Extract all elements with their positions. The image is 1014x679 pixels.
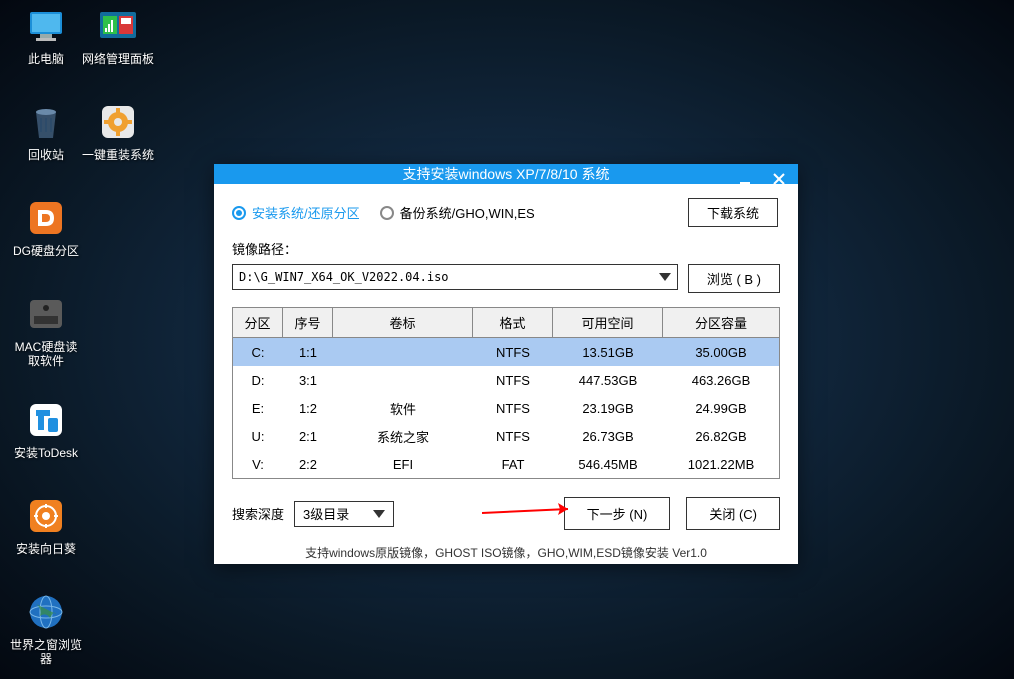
radio-label: 安装系统/还原分区 <box>252 203 360 222</box>
desktop-icon-dg-partition[interactable]: DG硬盘分区 <box>10 198 82 258</box>
radio-backup[interactable]: 备份系统/GHO,WIN,ES <box>380 203 535 222</box>
browse-button[interactable]: 浏览 ( B ) <box>688 264 780 293</box>
search-depth-value: 3级目录 <box>303 504 349 523</box>
th-avail: 可用空间 <box>553 308 663 337</box>
recycle-bin-icon <box>26 102 66 142</box>
table-header: 分区 序号 卷标 格式 可用空间 分区容量 <box>233 308 779 338</box>
icon-label: 世界之窗浏览器 <box>10 638 82 666</box>
th-vol: 卷标 <box>333 308 473 337</box>
radio-icon <box>380 206 394 220</box>
titlebar[interactable]: 支持安装windows XP/7/8/10 系统 <box>214 164 798 184</box>
desktop-icon-reinstall[interactable]: 一键重装系统 <box>82 102 154 162</box>
footer-info: 支持windows原版镜像，GHOST ISO镜像，GHO,WIM,ESD镜像安… <box>232 544 780 561</box>
desktop-icon-this-pc[interactable]: 此电脑 <box>10 6 82 66</box>
monitor-icon <box>26 6 66 46</box>
table-row[interactable]: E: 1:2 软件 NTFS 23.19GB 24.99GB <box>233 394 779 422</box>
close-button[interactable] <box>766 166 792 192</box>
chevron-down-icon <box>373 510 385 518</box>
desktop-icon-todesk[interactable]: 安装ToDesk <box>10 400 82 460</box>
icon-label: MAC硬盘读取软件 <box>10 340 82 368</box>
window-title: 支持安装windows XP/7/8/10 系统 <box>403 164 610 184</box>
icon-label: 安装ToDesk <box>14 446 78 460</box>
desktop-icon-sunflower[interactable]: 安装向日葵 <box>10 496 82 556</box>
icon-label: 安装向日葵 <box>16 542 76 556</box>
network-panel-icon <box>98 6 138 46</box>
desktop-icon-network-panel[interactable]: 网络管理面板 <box>82 6 154 66</box>
th-seq: 序号 <box>283 308 333 337</box>
desktop-icon-recycle-bin[interactable]: 回收站 <box>10 102 82 162</box>
radio-icon <box>232 206 246 220</box>
image-path-dropdown[interactable]: D:\G_WIN7_X64_OK_V2022.04.iso <box>232 264 678 290</box>
image-path-label: 镜像路径： <box>232 239 780 258</box>
radio-label: 备份系统/GHO,WIN,ES <box>400 203 535 222</box>
icon-label: 回收站 <box>28 148 64 162</box>
icon-label: 网络管理面板 <box>82 52 154 66</box>
th-cap: 分区容量 <box>663 308 779 337</box>
sunflower-icon <box>26 496 66 536</box>
globe-icon <box>26 592 66 632</box>
close-window-button[interactable]: 关闭 (C) <box>686 497 780 530</box>
next-button[interactable]: 下一步 (N) <box>564 497 671 530</box>
mac-disk-icon <box>26 294 66 334</box>
desktop-icon-mac-disk[interactable]: MAC硬盘读取软件 <box>10 294 82 368</box>
table-row[interactable]: C: 1:1 NTFS 13.51GB 35.00GB <box>233 338 779 366</box>
desktop-icon-browser[interactable]: 世界之窗浏览器 <box>10 592 82 666</box>
icon-label: DG硬盘分区 <box>13 244 79 258</box>
table-row[interactable]: D: 3:1 NTFS 447.53GB 463.26GB <box>233 366 779 394</box>
radio-install-restore[interactable]: 安装系统/还原分区 <box>232 203 360 222</box>
diskgenius-icon <box>26 198 66 238</box>
icon-label: 此电脑 <box>28 52 64 66</box>
table-row[interactable]: U: 2:1 系统之家 NTFS 26.73GB 26.82GB <box>233 422 779 450</box>
search-depth-label: 搜索深度 <box>232 504 284 523</box>
chevron-down-icon <box>659 273 671 281</box>
minimize-button[interactable] <box>732 166 758 192</box>
download-system-button[interactable]: 下载系统 <box>688 198 778 227</box>
table-row[interactable]: V: 2:2 EFI FAT 546.45MB 1021.22MB <box>233 450 779 478</box>
th-drive: 分区 <box>233 308 283 337</box>
todesk-icon <box>26 400 66 440</box>
gear-app-icon <box>98 102 138 142</box>
search-depth-dropdown[interactable]: 3级目录 <box>294 501 394 527</box>
installer-window: 支持安装windows XP/7/8/10 系统 安装系统/还原分区 备份系统/… <box>214 164 798 564</box>
partition-table: 分区 序号 卷标 格式 可用空间 分区容量 C: 1:1 NTFS 13.51G… <box>232 307 780 479</box>
icon-label: 一键重装系统 <box>82 148 154 162</box>
image-path-value: D:\G_WIN7_X64_OK_V2022.04.iso <box>239 270 449 284</box>
th-fmt: 格式 <box>473 308 553 337</box>
